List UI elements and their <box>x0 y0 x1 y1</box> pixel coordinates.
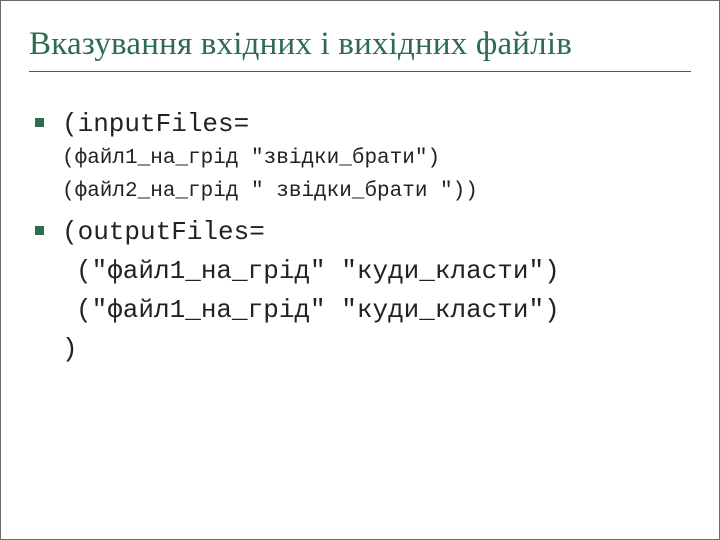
slide-body: (inputFiles= (файл1_на_грід "звідки_брат… <box>29 106 691 369</box>
item-sub: (файл1_на_грід "звідки_брати") (файл2_на… <box>62 143 691 208</box>
bullet-row: (inputFiles= <box>35 106 691 144</box>
square-bullet-icon <box>35 226 44 235</box>
square-bullet-icon <box>35 118 44 127</box>
code-line: ("файл1_на_грід" "куди_класти") <box>62 252 691 291</box>
code-line: ) <box>62 330 691 369</box>
item-head: (outputFiles= <box>62 214 265 252</box>
slide-frame: Вказування вхідних і вихідних файлів (in… <box>0 0 720 540</box>
code-line: (файл1_на_грід "звідки_брати") <box>62 143 691 176</box>
list-item: (outputFiles= ("файл1_на_грід" "куди_кла… <box>35 214 691 369</box>
code-line: ("файл1_на_грід" "куди_класти") <box>62 291 691 330</box>
bullet-row: (outputFiles= <box>35 214 691 252</box>
item-sub: ("файл1_на_грід" "куди_класти") ("файл1_… <box>62 252 691 369</box>
list-item: (inputFiles= (файл1_на_грід "звідки_брат… <box>35 106 691 209</box>
item-head: (inputFiles= <box>62 106 249 144</box>
title-rule <box>29 71 691 72</box>
bullet-list: (inputFiles= (файл1_на_грід "звідки_брат… <box>29 106 691 369</box>
code-line: (файл2_на_грід " звідки_брати ")) <box>62 176 691 209</box>
slide-title: Вказування вхідних і вихідних файлів <box>29 25 691 65</box>
